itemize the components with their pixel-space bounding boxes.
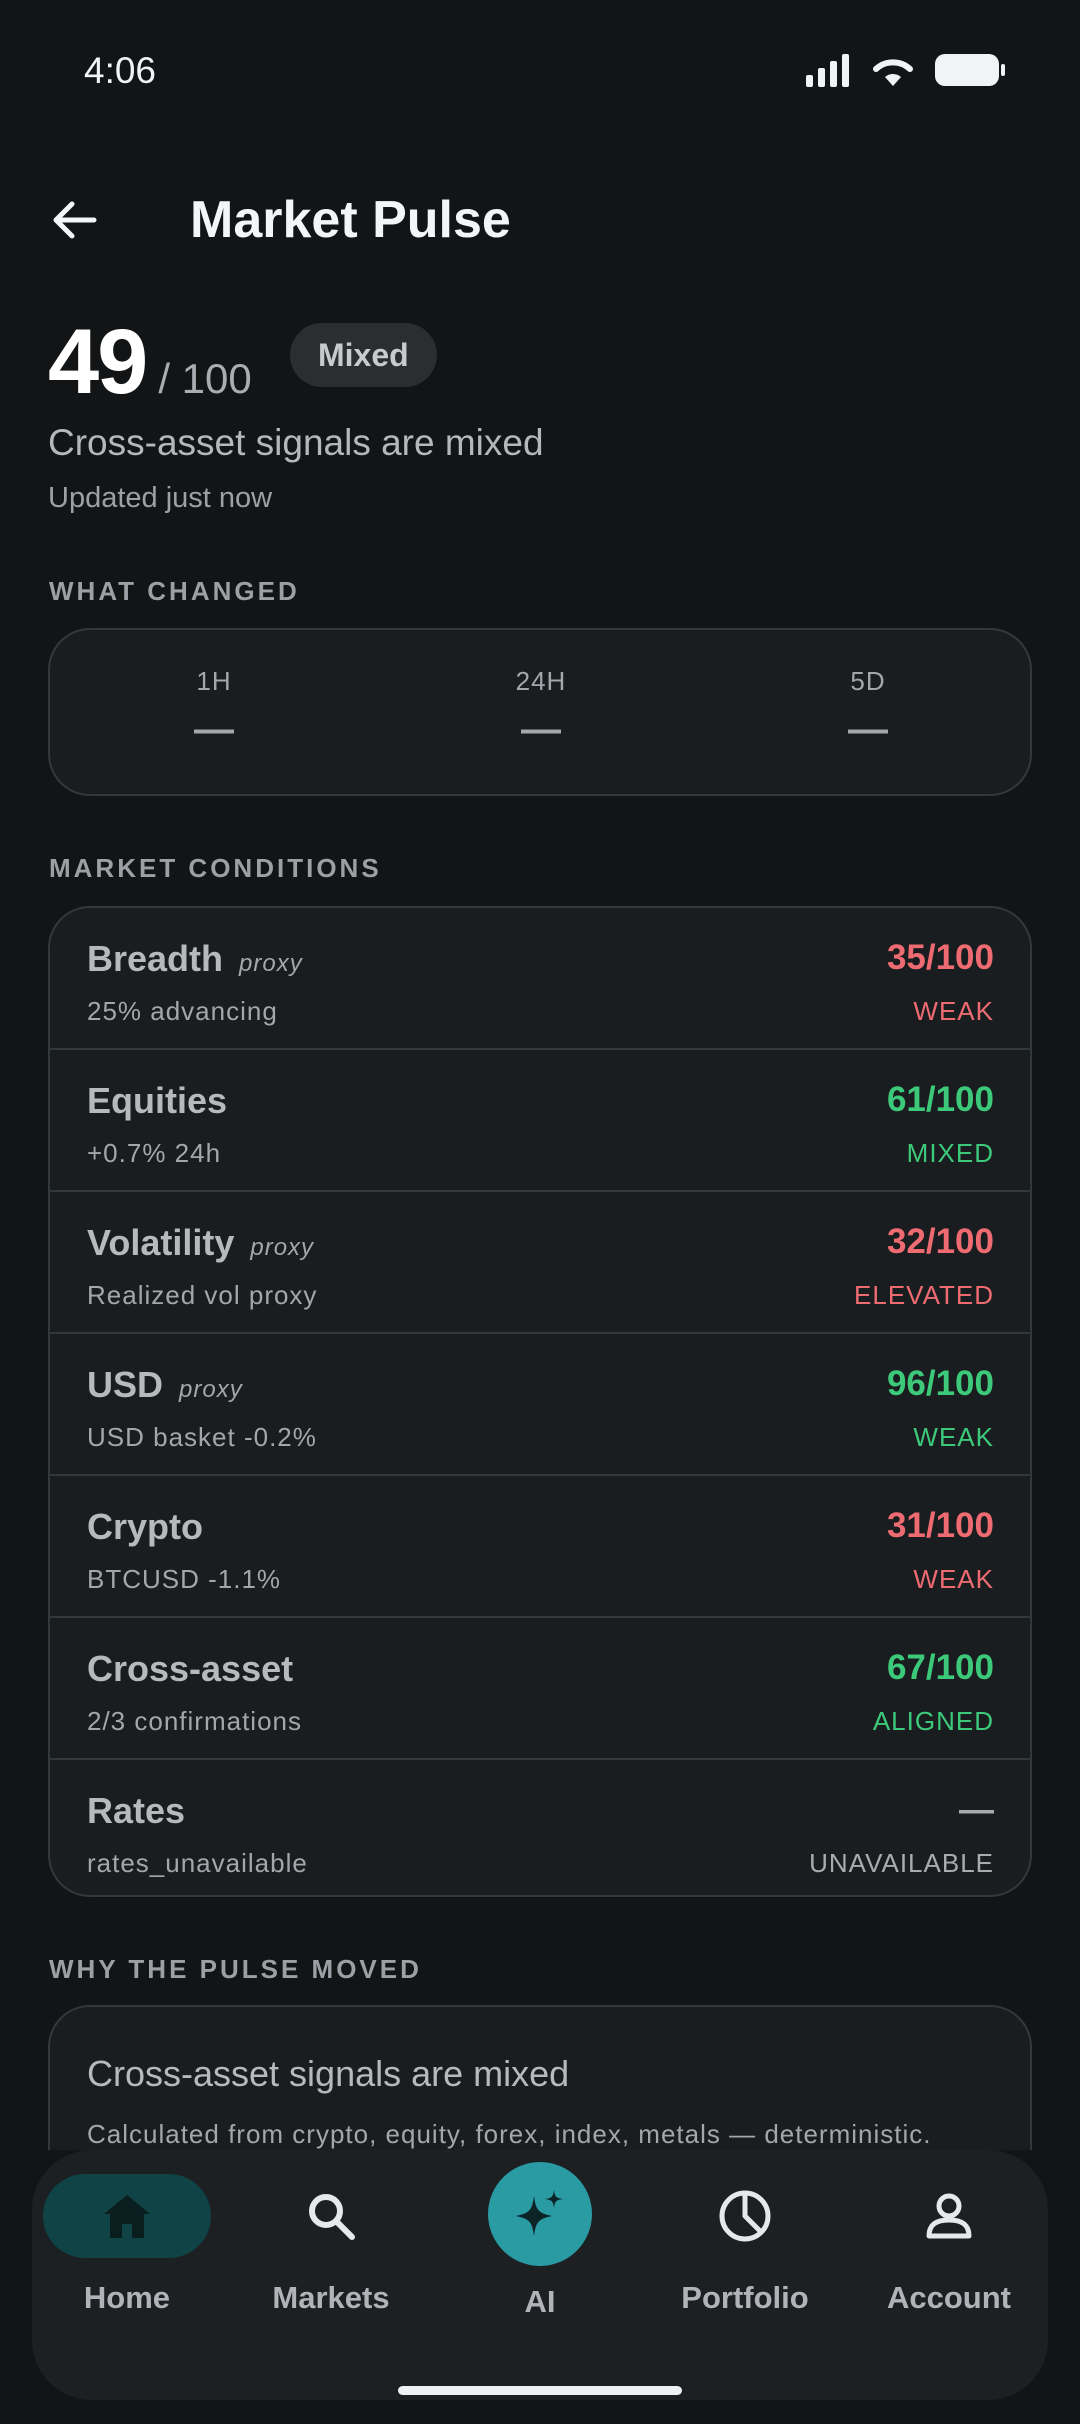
condition-status: ALIGNED — [872, 1706, 994, 1736]
status-time: 4:06 — [84, 50, 157, 91]
condition-status: ELEVATED — [854, 1280, 994, 1310]
condition-name-wrap: Volatility proxy — [87, 1222, 314, 1264]
nav-icon-wrap — [661, 2174, 829, 2258]
nav-item-markets[interactable]: Markets — [236, 2174, 426, 2354]
condition-row-cross-asset[interactable]: Cross-asset 2/3 confirmations 67/100 ALI… — [50, 1618, 1030, 1760]
sparkle-icon — [516, 2190, 563, 2236]
condition-name: Rates — [87, 1790, 186, 1831]
condition-name: Breadth — [87, 938, 224, 979]
change-value: — — [848, 707, 888, 751]
condition-score: 32/100 — [886, 1222, 994, 1261]
wifi-icon — [873, 59, 913, 86]
condition-row-usd[interactable]: USD proxy USD basket -0.2% 96/100 WEAK — [50, 1334, 1030, 1476]
nav-item-home[interactable]: Home — [32, 2174, 222, 2354]
condition-score: — — [959, 1790, 994, 1829]
score-value: 49 — [48, 311, 148, 413]
nav-label: Portfolio — [681, 2280, 809, 2315]
condition-score: 31/100 — [886, 1506, 994, 1545]
change-value: — — [521, 707, 561, 751]
nav-icon-wrap — [865, 2174, 1033, 2258]
pie-chart-icon — [719, 2190, 771, 2242]
nav-label: AI — [524, 2284, 556, 2319]
market-conditions-card: Breadth proxy 25% advancing 35/100 WEAK … — [48, 906, 1032, 1897]
change-value: — — [194, 707, 234, 751]
proxy-tag: proxy — [179, 1376, 243, 1403]
why-title: Cross-asset signals are mixed — [87, 2053, 570, 2094]
nav-active-indicator — [43, 2174, 211, 2258]
nav-icon-wrap — [247, 2174, 415, 2258]
change-label: 1H — [196, 666, 232, 696]
status-icons — [804, 52, 1006, 88]
proxy-tag: proxy — [239, 950, 303, 977]
condition-score: 96/100 — [886, 1364, 994, 1403]
condition-detail: Realized vol proxy — [87, 1280, 318, 1310]
condition-detail: rates_unavailable — [87, 1848, 308, 1878]
condition-name-wrap: Equities — [87, 1080, 227, 1122]
condition-name: Cross-asset — [87, 1648, 294, 1689]
condition-detail: 25% advancing — [87, 996, 278, 1026]
change-24h: 24H — — [441, 666, 641, 752]
condition-name-wrap: Cross-asset — [87, 1648, 293, 1690]
updated-timestamp: Updated just now — [48, 482, 273, 514]
section-label-what-changed: WHAT CHANGED — [49, 576, 300, 606]
nav-item-portfolio[interactable]: Portfolio — [650, 2174, 840, 2354]
battery-icon — [935, 54, 1005, 86]
condition-score: 35/100 — [886, 938, 994, 977]
person-icon — [926, 2193, 972, 2239]
nav-label: Account — [887, 2280, 1011, 2315]
why-description: Calculated from crypto, equity, forex, i… — [87, 2119, 932, 2149]
arrow-left-icon — [53, 201, 97, 239]
condition-status: WEAK — [913, 996, 994, 1026]
condition-name-wrap: Rates — [87, 1790, 185, 1832]
score-max: / 100 — [158, 355, 252, 402]
nav-item-ai[interactable]: AI — [445, 2162, 635, 2354]
condition-name-wrap: Breadth proxy — [87, 938, 303, 980]
nav-label: Markets — [272, 2280, 390, 2315]
ai-button — [488, 2162, 592, 2266]
bottom-nav: Home Markets AI Portfolio Account — [32, 2150, 1048, 2400]
home-icon — [104, 2195, 150, 2238]
condition-detail: USD basket -0.2% — [87, 1422, 317, 1452]
change-label: 24H — [515, 666, 567, 696]
signal-icon — [806, 54, 849, 87]
what-changed-card: 1H — 24H — 5D — — [48, 628, 1032, 796]
condition-status: UNAVAILABLE — [809, 1848, 994, 1878]
pulse-score: 49 / 100 — [48, 310, 252, 415]
condition-status: WEAK — [913, 1564, 994, 1594]
condition-score: 67/100 — [886, 1648, 994, 1687]
condition-name: Equities — [87, 1080, 228, 1121]
condition-name: Volatility — [87, 1222, 235, 1263]
score-headline: Cross-asset signals are mixed — [48, 422, 544, 463]
app-bar: Market Pulse — [0, 170, 1080, 270]
condition-detail: 2/3 confirmations — [87, 1706, 302, 1736]
section-label-why: WHY THE PULSE MOVED — [49, 1954, 422, 1984]
condition-row-crypto[interactable]: Crypto BTCUSD -1.1% 31/100 WEAK — [50, 1476, 1030, 1618]
status-bar: 4:06 — [0, 0, 1080, 140]
home-indicator[interactable] — [398, 2386, 682, 2395]
section-label-market-conditions: MARKET CONDITIONS — [49, 853, 382, 883]
condition-name-wrap: USD proxy — [87, 1364, 243, 1406]
condition-row-breadth[interactable]: Breadth proxy 25% advancing 35/100 WEAK — [50, 908, 1030, 1050]
condition-row-volatility[interactable]: Volatility proxy Realized vol proxy 32/1… — [50, 1192, 1030, 1334]
proxy-tag: proxy — [250, 1234, 315, 1261]
change-1h: 1H — — [114, 666, 314, 752]
condition-detail: BTCUSD -1.1% — [87, 1564, 282, 1594]
change-label: 5D — [850, 666, 886, 696]
nav-label: Home — [83, 2280, 171, 2315]
condition-name: Crypto — [87, 1506, 203, 1547]
condition-score: 61/100 — [886, 1080, 994, 1119]
status-badge: Mixed — [290, 323, 437, 387]
search-icon — [309, 2194, 355, 2240]
condition-status: WEAK — [913, 1422, 994, 1452]
condition-row-equities[interactable]: Equities +0.7% 24h 61/100 MIXED — [50, 1050, 1030, 1192]
condition-name-wrap: Crypto — [87, 1506, 203, 1548]
change-5d: 5D — — [768, 666, 968, 752]
back-button[interactable] — [44, 190, 104, 250]
condition-status: MIXED — [906, 1138, 994, 1168]
page-title: Market Pulse — [190, 191, 511, 249]
nav-item-account[interactable]: Account — [854, 2174, 1044, 2354]
condition-name: USD — [87, 1364, 164, 1405]
condition-detail: +0.7% 24h — [87, 1138, 222, 1168]
condition-row-rates[interactable]: Rates rates_unavailable — UNAVAILABLE — [50, 1760, 1030, 1895]
